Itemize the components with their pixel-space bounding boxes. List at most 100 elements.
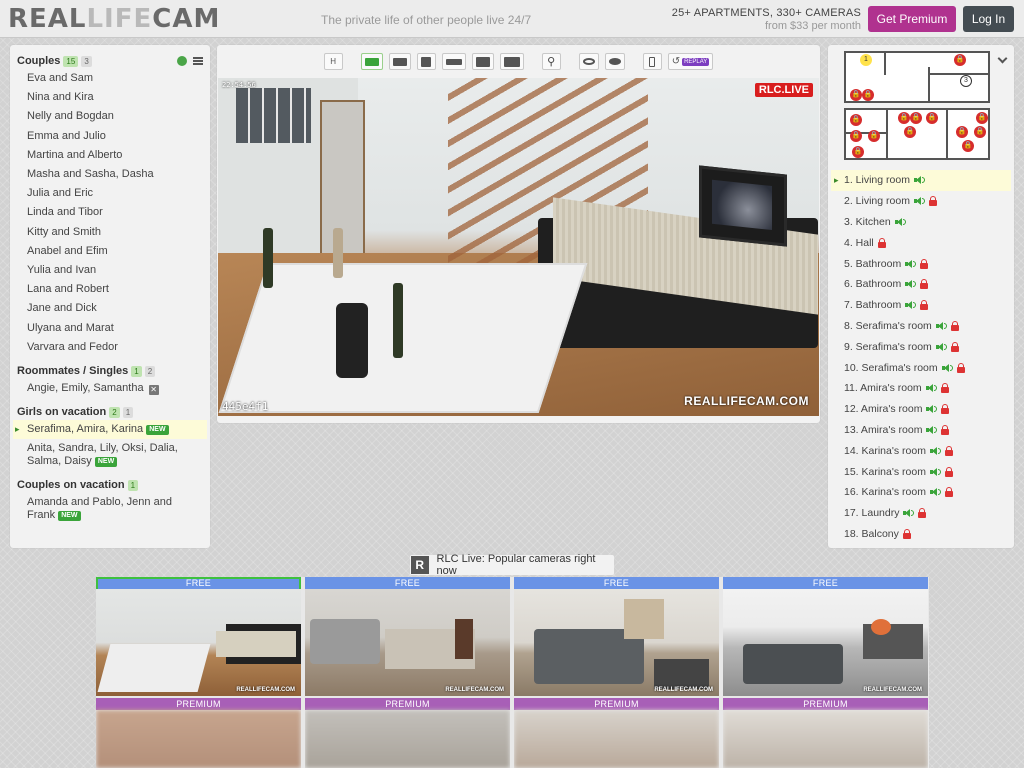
apartment-item[interactable]: Kitty and Smith — [10, 223, 210, 242]
popular-camera-tile[interactable]: PREMIUM — [305, 698, 510, 768]
apartment-item[interactable]: Amanda and Pablo, Jenn and Frank NEW — [10, 493, 210, 525]
video-timestamp: 22:54:56 — [222, 81, 256, 89]
camera-pin[interactable]: 3 — [960, 75, 972, 87]
group-title-couples-on-vacation[interactable]: Couples on vacation 1 — [10, 477, 210, 493]
camera-pin-active[interactable]: 1 — [860, 54, 872, 66]
free-label: FREE — [305, 577, 510, 589]
apartment-item[interactable]: Emma and Julio — [10, 127, 210, 146]
video-scene — [263, 228, 273, 288]
lock-icon[interactable]: 🔒 — [956, 126, 968, 138]
phone-button[interactable] — [642, 53, 662, 70]
layout-two-button[interactable] — [441, 53, 466, 70]
motion-button[interactable]: ⚲ — [541, 53, 561, 70]
player-toolbar: H ⚲ ↺ REPLAY — [217, 45, 820, 78]
apartment-item[interactable]: Varvara and Fedor — [10, 338, 210, 357]
floorplan-map[interactable]: 1 3 🔒 🔒 🔒 🔒 🔒 🔒 🔒 🔒 🔒 🔒 🔒 🔒 🔒 🔒 🔒 — [844, 51, 990, 166]
get-premium-button[interactable]: Get Premium — [868, 6, 956, 32]
apartment-item[interactable]: Anabel and Efim — [10, 242, 210, 261]
apartment-item[interactable]: Eva and Sam — [10, 69, 210, 88]
group-title-girls-on-vacation[interactable]: Girls on vacation 2 1 — [10, 404, 210, 420]
login-button[interactable]: Log In — [963, 6, 1014, 32]
lock-icon[interactable]: 🔒 — [926, 112, 938, 124]
apartment-item[interactable]: Angie, Emily, Samantha ✕ — [10, 379, 210, 398]
camera-item[interactable]: 11. Amira's room — [831, 378, 1011, 399]
online-count-badge: 1 — [131, 365, 142, 377]
group-title-roommates[interactable]: Roommates / Singles 1 2 — [10, 363, 210, 379]
apartment-item[interactable]: Anita, Sandra, Lily, Oksi, Dalia, Salma,… — [10, 439, 210, 471]
camera-item[interactable]: 12. Amira's room — [831, 399, 1011, 420]
offline-count-badge: 2 — [144, 365, 156, 377]
lock-icon[interactable]: 🔒 — [910, 112, 922, 124]
cameras-panel: 1 3 🔒 🔒 🔒 🔒 🔒 🔒 🔒 🔒 🔒 🔒 🔒 🔒 🔒 🔒 🔒 1. Li — [828, 45, 1014, 548]
apartment-item[interactable]: Jane and Dick — [10, 299, 210, 318]
lock-icon — [902, 528, 911, 539]
apartment-item[interactable]: Lana and Robert — [10, 280, 210, 299]
add-camera-icon[interactable] — [177, 56, 187, 66]
view-mode-button[interactable] — [578, 53, 599, 70]
layout-single-button[interactable] — [360, 53, 383, 70]
camera-item[interactable]: 3. Kitchen — [831, 212, 1011, 233]
camera-item-selected[interactable]: 1. Living room — [831, 170, 1011, 191]
layout-split-vertical-button[interactable] — [416, 53, 436, 70]
lock-icon — [941, 404, 950, 415]
lock-icon[interactable]: 🔒 — [850, 130, 862, 142]
popular-camera-tile[interactable]: PREMIUM — [96, 698, 301, 768]
site-logo[interactable]: REALLIFECAM — [8, 5, 220, 33]
hd-toggle-button[interactable]: H — [323, 53, 343, 70]
close-icon: ✕ — [148, 385, 159, 396]
chevron-down-icon[interactable] — [997, 53, 1008, 64]
camera-item[interactable]: 4. Hall — [831, 232, 1011, 253]
apartment-item[interactable]: Nelly and Bogdan — [10, 107, 210, 126]
lock-icon[interactable]: 🔒 — [852, 146, 864, 158]
lock-icon[interactable]: 🔒 — [850, 114, 862, 126]
lock-icon[interactable]: 🔒 — [904, 126, 916, 138]
apartment-item[interactable]: Julia and Eric — [10, 184, 210, 203]
lock-icon[interactable]: 🔒 — [954, 54, 966, 66]
live-video-stream[interactable]: 22:54:56 RLC.LIVE REALLIFECAM.COM 445e4f… — [218, 78, 819, 416]
lock-icon[interactable]: 🔒 — [898, 112, 910, 124]
camera-item[interactable]: 17. Laundry — [831, 503, 1011, 524]
apartment-item[interactable]: Nina and Kira — [10, 88, 210, 107]
lock-icon[interactable]: 🔒 — [962, 140, 974, 152]
popular-cameras-heading: R RLC Live: Popular cameras right now — [410, 553, 614, 577]
apartment-item[interactable]: Ulyana and Marat — [10, 319, 210, 338]
lock-icon[interactable]: 🔒 — [974, 126, 986, 138]
lock-icon[interactable]: 🔒 — [850, 89, 862, 101]
camera-item[interactable]: 9. Serafima's room — [831, 336, 1011, 357]
apartment-item[interactable]: Martina and Alberto — [10, 146, 210, 165]
camera-item[interactable]: 6. Bathroom — [831, 274, 1011, 295]
camera-item[interactable]: 5. Bathroom — [831, 253, 1011, 274]
apartment-item[interactable]: Masha and Sasha, Dasha — [10, 165, 210, 184]
popular-camera-tile[interactable]: FREE REALLIFECAM.COM — [514, 577, 719, 696]
lock-icon[interactable]: 🔒 — [976, 112, 988, 124]
phone-icon — [649, 56, 656, 67]
camera-item[interactable]: 14. Karina's room — [831, 440, 1011, 461]
lock-icon[interactable]: 🔒 — [862, 89, 874, 101]
apartment-item[interactable]: Yulia and Ivan — [10, 261, 210, 280]
apartment-item-selected[interactable]: Serafima, Amira, Karina NEW — [13, 420, 207, 440]
layout-full-button[interactable] — [499, 53, 524, 70]
lock-icon — [941, 424, 950, 435]
popular-camera-tile-selected[interactable]: FREE REALLIFECAM.COM — [96, 577, 301, 696]
speaker-icon — [913, 196, 925, 206]
view-mode-alt-button[interactable] — [604, 53, 625, 70]
camera-item[interactable]: 8. Serafima's room — [831, 316, 1011, 337]
popular-camera-tile[interactable]: PREMIUM — [514, 698, 719, 768]
camera-item[interactable]: 15. Karina's room — [831, 461, 1011, 482]
popular-camera-tile[interactable]: PREMIUM — [723, 698, 928, 768]
camera-item[interactable]: 16. Karina's room — [831, 482, 1011, 503]
camera-item[interactable]: 10. Serafima's room — [831, 357, 1011, 378]
apartment-item[interactable]: Linda and Tibor — [10, 203, 210, 222]
popular-camera-tile[interactable]: FREE REALLIFECAM.COM — [305, 577, 510, 696]
menu-icon[interactable] — [193, 57, 203, 65]
camera-item[interactable]: 7. Bathroom — [831, 295, 1011, 316]
lock-icon[interactable]: 🔒 — [868, 130, 880, 142]
layout-grid-button[interactable] — [471, 53, 494, 70]
popular-camera-tile[interactable]: FREE REALLIFECAM.COM — [723, 577, 928, 696]
replay-button[interactable]: ↺ REPLAY — [667, 53, 714, 70]
group-title-couples[interactable]: Couples 15 3 — [10, 53, 210, 69]
layout-wide-button[interactable] — [388, 53, 411, 70]
camera-item[interactable]: 18. Balcony — [831, 524, 1011, 545]
camera-item[interactable]: 13. Amira's room — [831, 420, 1011, 441]
camera-item[interactable]: 2. Living room — [831, 191, 1011, 212]
